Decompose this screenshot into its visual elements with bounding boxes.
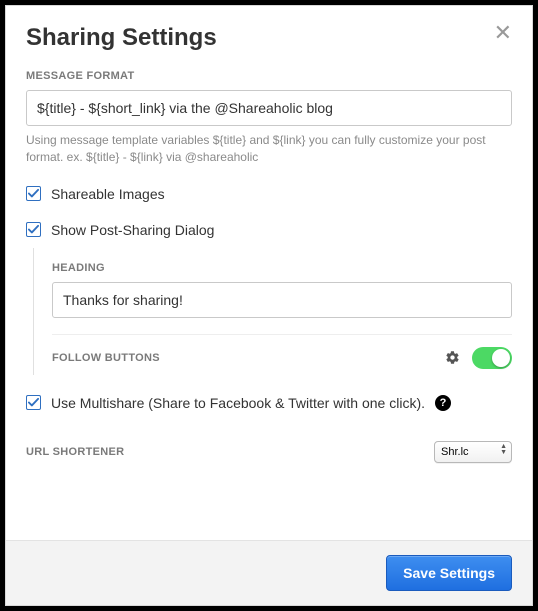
url-shortener-row: URL SHORTENER Shr.lc ▲▼	[26, 441, 512, 463]
multishare-checkbox[interactable]	[26, 395, 41, 410]
post-sharing-subsection: HEADING FOLLOW BUTTONS	[33, 248, 512, 375]
chevron-up-down-icon: ▲▼	[500, 444, 507, 456]
message-format-hint: Using message template variables ${title…	[26, 132, 512, 166]
multishare-label: Use Multishare (Share to Facebook & Twit…	[51, 395, 425, 411]
check-icon	[28, 397, 39, 408]
dialog-title: Sharing Settings	[26, 24, 217, 52]
save-settings-button[interactable]: Save Settings	[386, 555, 512, 591]
follow-buttons-controls	[445, 347, 512, 369]
shareable-images-checkbox[interactable]	[26, 186, 41, 201]
post-sharing-label: Show Post-Sharing Dialog	[51, 222, 214, 238]
shareable-images-label: Shareable Images	[51, 186, 165, 202]
heading-input[interactable]	[52, 282, 512, 318]
dialog-header: Sharing Settings ✕	[26, 24, 512, 70]
post-sharing-checkbox[interactable]	[26, 222, 41, 237]
divider	[52, 334, 512, 335]
heading-label: HEADING	[52, 262, 512, 274]
post-sharing-row: Show Post-Sharing Dialog	[26, 222, 512, 238]
dialog-footer: Save Settings	[6, 540, 532, 605]
sharing-settings-dialog: Sharing Settings ✕ MESSAGE FORMAT Using …	[5, 5, 533, 606]
dialog-body: Sharing Settings ✕ MESSAGE FORMAT Using …	[6, 6, 532, 540]
gear-icon[interactable]	[445, 350, 460, 365]
message-format-label: MESSAGE FORMAT	[26, 70, 512, 82]
url-shortener-label: URL SHORTENER	[26, 446, 124, 458]
shareable-images-row: Shareable Images	[26, 186, 512, 202]
follow-buttons-row: FOLLOW BUTTONS	[52, 347, 512, 369]
check-icon	[28, 188, 39, 199]
toggle-knob	[492, 349, 510, 367]
follow-buttons-toggle[interactable]	[472, 347, 512, 369]
multishare-row: Use Multishare (Share to Facebook & Twit…	[26, 395, 512, 411]
help-icon[interactable]: ?	[435, 395, 451, 411]
url-shortener-value: Shr.lc	[441, 446, 469, 458]
message-format-section: MESSAGE FORMAT Using message template va…	[26, 70, 512, 166]
check-icon	[28, 224, 39, 235]
follow-buttons-label: FOLLOW BUTTONS	[52, 352, 160, 364]
message-format-input[interactable]	[26, 90, 512, 126]
url-shortener-select[interactable]: Shr.lc ▲▼	[434, 441, 512, 463]
close-icon[interactable]: ✕	[494, 22, 512, 44]
